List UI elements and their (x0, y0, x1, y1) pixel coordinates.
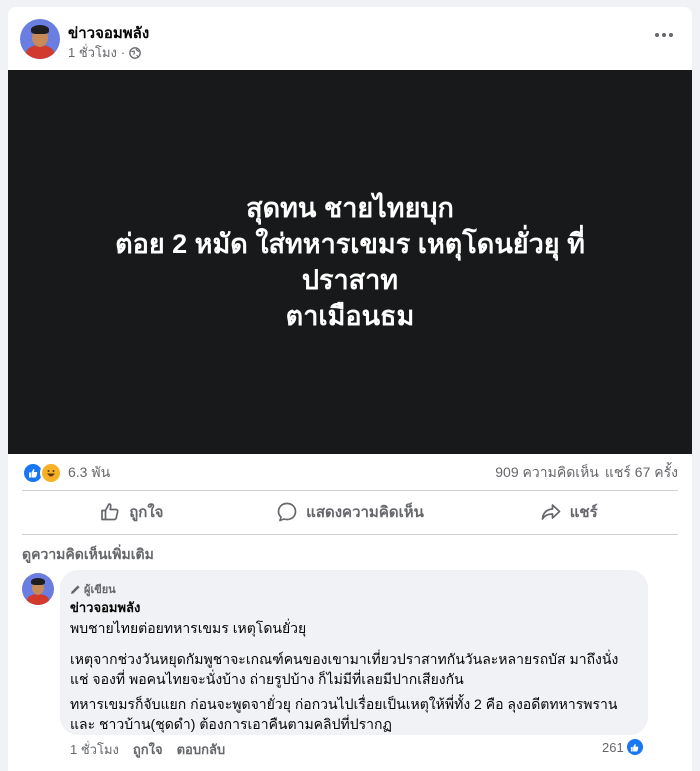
share-button[interactable]: แชร์ (459, 491, 678, 533)
pencil-icon (71, 584, 80, 594)
comment-button[interactable]: แสดงความคิดเห็น (241, 491, 460, 533)
post-actions: ถูกใจ แสดงความคิดเห็น แชร์ (22, 491, 678, 533)
comment-likes-count: 261 (602, 739, 624, 755)
comment-line: แช่ จองที่ พอคนไทยจะนั่งบ้าง ถ่ายรูปบ้าง… (70, 671, 464, 687)
media-line: ปราสาท (301, 265, 399, 295)
like-reaction-icon (626, 739, 643, 755)
shares-count[interactable]: แชร์ 67 ครั้ง (605, 462, 678, 484)
media-line: สุดทน ชายไทยบุก (246, 193, 454, 223)
comment-line: เหตุจากช่วงวันหยุดกัมพูชาจะเกณฑ์คนของเขา… (70, 651, 619, 667)
post-meta: 1 ชั่วโมง · (68, 42, 142, 63)
comment-paragraph: พบชายไทยต่อยทหารเขมร เหตุโดนยั่วยุ (70, 618, 640, 638)
comment-icon (277, 502, 297, 522)
author-badge-label: ผู้เขียน (84, 584, 116, 596)
comment-like-button[interactable]: ถูกใจ (133, 739, 163, 760)
author-badge: ผู้เขียน (70, 580, 116, 598)
divider (22, 534, 678, 535)
comment-line: และ ชาวบ้าน(ชุดดำ) ต้องการเอาคืนตามคลิปท… (70, 716, 392, 732)
media-line: ตาเมือนธม (285, 301, 415, 331)
dot-icon (669, 33, 673, 37)
media-line: ต่อย 2 หมัด ใส่ทหารเขมร เหตุโดนยั่วยุ ที… (115, 229, 585, 259)
like-button[interactable]: ถูกใจ (22, 491, 241, 533)
commenter-avatar[interactable] (22, 573, 54, 605)
comment-line: พบชายไทยต่อยทหารเขมร เหตุโดนยั่วยุ (70, 620, 307, 636)
comment-author[interactable]: ข่าวจอมพลัง (70, 597, 140, 618)
haha-reaction-icon (40, 462, 62, 484)
media-text: สุดทน ชายไทยบุก ต่อย 2 หมัด ใส่ทหารเขมร … (115, 190, 585, 334)
comment-actions: 1 ชั่วโมง ถูกใจ ตอบกลับ (70, 739, 225, 760)
meta-separator: · (120, 45, 126, 60)
comment-label: แสดงความคิดเห็น (306, 504, 424, 521)
stats-right: 909 ความคิดเห็น แชร์ 67 ครั้ง (495, 462, 678, 484)
comment-paragraph: เหตุจากช่วงวันหยุดกัมพูชาจะเกณฑ์คนของเขา… (70, 649, 640, 689)
comment-reply-button[interactable]: ตอบกลับ (177, 739, 226, 760)
dot-icon (662, 33, 666, 37)
post-header: ข่าวจอมพลัง 1 ชั่วโมง · (8, 7, 692, 69)
globe-icon (129, 46, 142, 59)
thumbs-up-icon (101, 503, 119, 521)
dot-icon (655, 33, 659, 37)
comment-reaction-summary[interactable]: 261 (602, 739, 643, 755)
comment-time[interactable]: 1 ชั่วโมง (70, 739, 119, 760)
post-time[interactable]: 1 ชั่วโมง (68, 42, 117, 63)
share-label: แชร์ (569, 504, 598, 521)
post-media[interactable]: สุดทน ชายไทยบุก ต่อย 2 หมัด ใส่ทหารเขมร … (8, 70, 692, 454)
view-more-comments-link[interactable]: ดูความคิดเห็นเพิ่มเติม (22, 544, 154, 566)
reactions-count: 6.3 พัน (68, 464, 111, 480)
comment-line: ทหารเขมรก็จับแยก ก่อนจะพูดจายั่วยุ ก่อกว… (70, 696, 618, 712)
page-avatar[interactable] (20, 19, 60, 59)
comments-count[interactable]: 909 ความคิดเห็น (495, 462, 599, 484)
comment-paragraph: ทหารเขมรก็จับแยก ก่อนจะพูดจายั่วยุ ก่อกว… (70, 694, 640, 734)
reactions-summary[interactable]: 6.3 พัน (22, 462, 110, 484)
share-arrow-icon (541, 504, 561, 520)
post-stats: 6.3 พัน 909 ความคิดเห็น แชร์ 67 ครั้ง (8, 454, 692, 488)
comment-bubble: ผู้เขียน ข่าวจอมพลัง พบชายไทยต่อยทหารเขม… (60, 570, 648, 735)
post-card: ข่าวจอมพลัง 1 ชั่วโมง · สุดทน ชายไทยบุก … (8, 7, 692, 771)
more-options-button[interactable] (650, 25, 678, 45)
like-label: ถูกใจ (129, 504, 164, 521)
